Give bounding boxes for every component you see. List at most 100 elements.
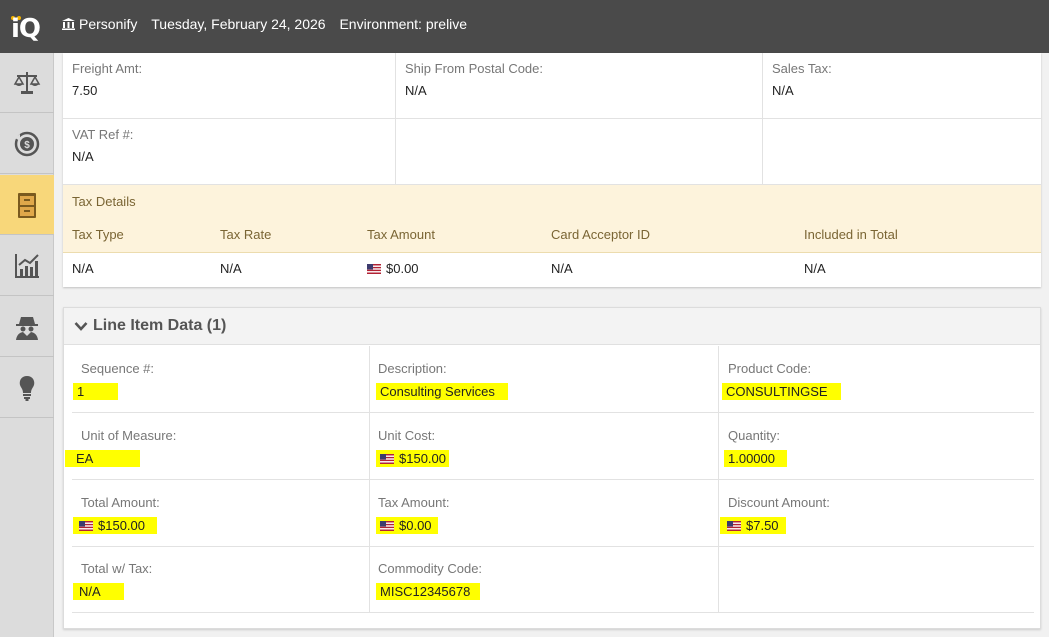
sequence-field: Sequence #: 1 — [72, 346, 370, 412]
column-header-card-acceptor-id: Card Acceptor ID — [551, 227, 650, 242]
column-header-tax-type: Tax Type — [72, 227, 124, 242]
archive-cabinet-icon — [18, 192, 36, 218]
tax-type-value: N/A — [72, 261, 94, 276]
sidebar-item-insights[interactable] — [0, 358, 54, 418]
details-row-2: VAT Ref #: N/A — [63, 119, 1041, 185]
total-amount-value: $150.00 — [98, 518, 145, 533]
column-header-tax-rate: Tax Rate — [220, 227, 272, 242]
sidebar-item-archive[interactable] — [0, 175, 54, 235]
card-acceptor-id-value: N/A — [551, 261, 573, 276]
quantity-field: Quantity: 1.00000 — [719, 413, 1034, 479]
us-flag-icon — [367, 264, 381, 274]
line-item-row: Unit of Measure: EA Unit Cost: $150.00 Q… — [65, 413, 1034, 480]
chevron-down-icon — [74, 322, 88, 331]
sequence-value: 1 — [73, 383, 118, 400]
line-item-data-header[interactable]: Line Item Data (1) — [64, 308, 1040, 345]
iq-logo[interactable]: iQ — [11, 8, 43, 44]
org-label: Personify — [79, 16, 138, 32]
tax-amount-cell: $0.00 — [367, 261, 419, 276]
vat-ref-label: VAT Ref #: — [72, 127, 134, 142]
line-tax-amount-label: Tax Amount: — [378, 495, 450, 510]
tax-details-header: Tax Details Tax Type Tax Rate Tax Amount… — [63, 185, 1041, 253]
uom-label: Unit of Measure: — [81, 428, 177, 443]
scales-icon — [13, 71, 41, 94]
us-flag-icon — [727, 521, 741, 531]
line-item-row: Sequence #: 1 Description: Consulting Se… — [72, 346, 1034, 413]
chart-icon — [15, 253, 39, 278]
line-item-row: Total w/ Tax: N/A Commodity Code: MISC12… — [72, 546, 1034, 613]
sidebar-item-refunds[interactable]: $ — [0, 114, 54, 174]
lightbulb-icon — [19, 375, 35, 401]
total-w-tax-label: Total w/ Tax: — [81, 561, 153, 576]
ship-from-value: N/A — [405, 83, 427, 98]
vat-ref-value: N/A — [72, 149, 94, 164]
commodity-code-value: MISC12345678 — [376, 583, 480, 600]
bank-icon — [62, 18, 75, 30]
sidebar-item-scales[interactable] — [0, 53, 54, 113]
column-header-included-in-total: Included in Total — [804, 227, 898, 242]
details-row-1: Freight Amt: 7.50 Ship From Postal Code:… — [63, 53, 1041, 119]
environment-label: Environment: prelive — [339, 16, 468, 32]
logo-text: iQ — [11, 14, 41, 44]
description-value: Consulting Services — [376, 383, 508, 400]
line-tax-amount-field: Tax Amount: $0.00 — [370, 480, 719, 546]
us-flag-icon — [79, 521, 93, 531]
freight-amt-value: 7.50 — [72, 83, 98, 98]
sidebar-item-incognito[interactable] — [0, 297, 54, 357]
freight-amt-field: Freight Amt: 7.50 — [63, 53, 396, 118]
tax-amount-value: $0.00 — [386, 261, 419, 276]
product-code-value: CONSULTINGSE — [722, 383, 841, 400]
discount-amount-value: $7.50 — [746, 518, 779, 533]
discount-amount-label: Discount Amount: — [728, 495, 830, 510]
us-flag-icon — [380, 454, 394, 464]
line-tax-amount-value: $0.00 — [399, 518, 432, 533]
line-item-data-title: Line Item Data (1) — [93, 317, 227, 334]
commodity-code-label: Commodity Code: — [378, 561, 483, 576]
total-w-tax-value: N/A — [73, 583, 124, 600]
transaction-details-card: Freight Amt: 7.50 Ship From Postal Code:… — [63, 53, 1041, 287]
line-item-row: Total Amount: $150.00 Tax Amount: $0.00 … — [72, 480, 1034, 547]
tax-rate-value: N/A — [220, 261, 242, 276]
description-field: Description: Consulting Services — [370, 346, 719, 412]
unit-cost-value: $150.00 — [399, 451, 446, 466]
current-date: Tuesday, February 24, 2026 — [151, 16, 326, 32]
sequence-label: Sequence #: — [81, 361, 155, 376]
sales-tax-value: N/A — [772, 83, 794, 98]
column-header-tax-amount: Tax Amount — [367, 227, 435, 242]
sidebar: $ — [0, 53, 54, 637]
refund-dollar-icon: $ — [14, 131, 40, 156]
line-item-data-panel: Line Item Data (1) Sequence #: 1 Descrip… — [63, 307, 1041, 629]
main-content: Freight Amt: 7.50 Ship From Postal Code:… — [54, 53, 1049, 637]
ship-from-field: Ship From Postal Code: N/A — [396, 53, 763, 118]
unit-cost-field: Unit Cost: $150.00 — [370, 413, 719, 479]
total-w-tax-field: Total w/ Tax: N/A — [72, 546, 370, 612]
org-name[interactable]: Personify — [62, 16, 141, 32]
us-flag-icon — [380, 521, 394, 531]
total-amount-field: Total Amount: $150.00 — [72, 480, 370, 546]
unit-cost-label: Unit Cost: — [378, 428, 436, 443]
sales-tax-label: Sales Tax: — [772, 61, 832, 76]
quantity-label: Quantity: — [728, 428, 781, 443]
empty-cell — [763, 119, 1041, 184]
empty-cell — [396, 119, 763, 184]
total-amount-label: Total Amount: — [81, 495, 160, 510]
empty-cell — [719, 546, 1034, 612]
product-code-label: Product Code: — [728, 361, 812, 376]
sidebar-item-reports[interactable] — [0, 236, 54, 296]
total-amount-value-box: $150.00 — [73, 517, 157, 534]
product-code-field: Product Code: CONSULTINGSE — [719, 346, 1034, 412]
discount-amount-field: Discount Amount: $7.50 — [719, 480, 1034, 546]
description-label: Description: — [378, 361, 447, 376]
top-info: Personify Tuesday, February 24, 2026 Env… — [62, 16, 477, 32]
unit-cost-value-box: $150.00 — [376, 450, 449, 467]
freight-amt-label: Freight Amt: — [72, 61, 143, 76]
vat-ref-field: VAT Ref #: N/A — [63, 119, 396, 184]
included-in-total-value: N/A — [804, 261, 826, 276]
tax-details-title: Tax Details — [72, 194, 136, 209]
commodity-code-field: Commodity Code: MISC12345678 — [370, 546, 719, 612]
quantity-value: 1.00000 — [724, 450, 787, 467]
uom-value: EA — [65, 450, 140, 467]
line-tax-amount-value-box: $0.00 — [376, 517, 438, 534]
top-bar: iQ Personify Tuesday, February 24, 2026 … — [0, 0, 1049, 53]
spy-icon — [16, 316, 38, 340]
